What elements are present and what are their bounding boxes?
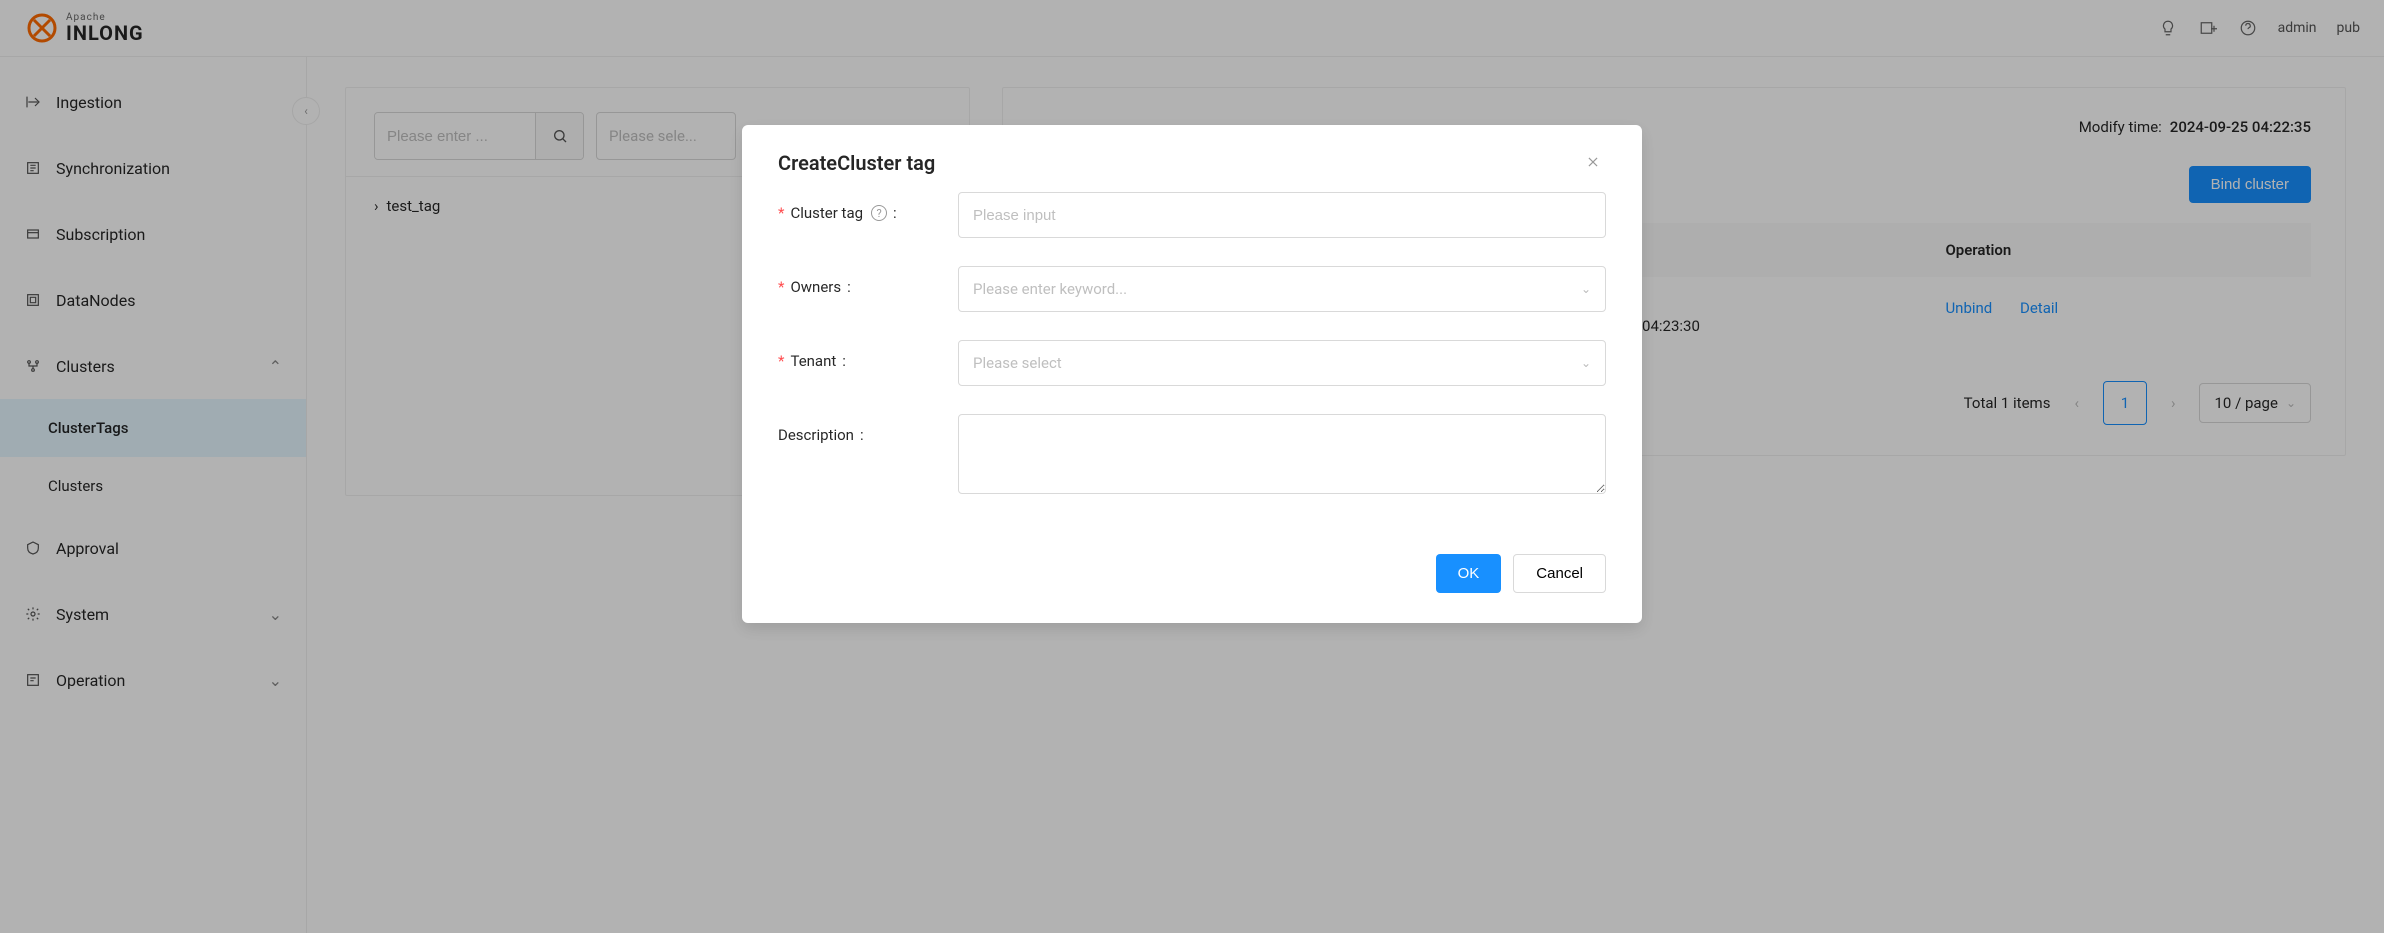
close-icon [1586, 155, 1600, 169]
modal-title: CreateCluster tag [778, 151, 935, 175]
modal-close-button[interactable] [1580, 151, 1606, 176]
form-row-owners: * Owners: Please enter keyword... ⌄ [778, 266, 1606, 312]
cancel-button[interactable]: Cancel [1513, 554, 1606, 593]
tenant-select[interactable]: Please select ⌄ [958, 340, 1606, 386]
tenant-placeholder: Please select [973, 354, 1062, 372]
form-row-cluster-tag: * Cluster tag ? : [778, 192, 1606, 238]
owners-select[interactable]: Please enter keyword... ⌄ [958, 266, 1606, 312]
label-owners: * Owners: [778, 266, 958, 296]
owners-placeholder: Please enter keyword... [973, 280, 1127, 298]
description-textarea[interactable] [958, 414, 1606, 494]
chevron-down-icon: ⌄ [1581, 356, 1591, 370]
label-tenant: * Tenant: [778, 340, 958, 370]
ok-button[interactable]: OK [1436, 554, 1502, 593]
label-description: Description: [778, 414, 958, 444]
form-row-description: Description: [778, 414, 1606, 494]
chevron-down-icon: ⌄ [1581, 282, 1591, 296]
help-icon[interactable]: ? [871, 205, 887, 221]
label-cluster-tag: * Cluster tag ? : [778, 192, 958, 222]
form-row-tenant: * Tenant: Please select ⌄ [778, 340, 1606, 386]
create-cluster-tag-modal: CreateCluster tag * Cluster tag ? : * Ow… [742, 125, 1642, 623]
cluster-tag-input[interactable] [958, 192, 1606, 238]
